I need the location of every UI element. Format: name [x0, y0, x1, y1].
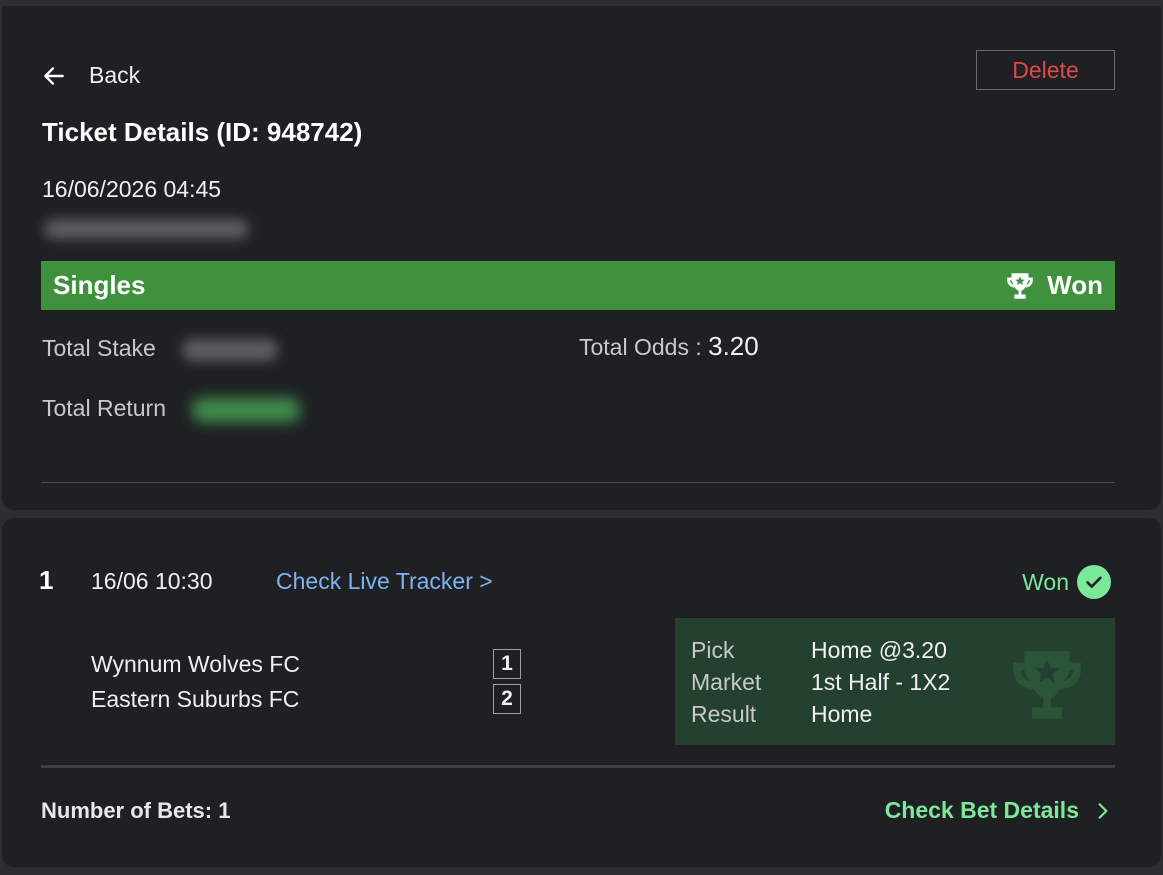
- trophy-watermark-icon: [1013, 651, 1081, 719]
- pick-label: Pick: [691, 637, 735, 663]
- total-odds-value: 3.20: [708, 331, 759, 361]
- bet-type-label: Singles: [53, 270, 146, 300]
- home-team-badge: 1: [493, 649, 521, 679]
- ticket-status: Won: [1003, 269, 1103, 303]
- total-stake-label: Total Stake: [42, 335, 156, 361]
- bet-type-banner: Singles Won: [41, 261, 1115, 310]
- trophy-icon: [1007, 272, 1033, 299]
- delete-button[interactable]: Delete: [976, 50, 1115, 90]
- total-odds-label: Total Odds :: [579, 334, 702, 360]
- market-row: Market 1st Half - 1X2: [691, 669, 950, 696]
- check-bet-details-label: Check Bet Details: [884, 797, 1079, 823]
- result-row: Result Home: [691, 701, 872, 728]
- away-team-badge: 2: [493, 684, 521, 714]
- ticket-summary-card: Back Delete Ticket Details (ID: 948742) …: [2, 6, 1161, 510]
- market-label: Market: [691, 669, 762, 695]
- number-of-bets: Number of Bets: 1: [41, 798, 231, 823]
- total-return-value-redacted: [192, 398, 300, 422]
- market-value: 1st Half - 1X2: [811, 669, 951, 695]
- total-odds: Total Odds : 3.20: [579, 331, 759, 362]
- ticket-datetime: 16/06/2026 04:45: [42, 176, 222, 202]
- back-label: Back: [89, 62, 141, 88]
- bet-selection-card: 1 16/06 10:30 Check Live Tracker > Won W…: [2, 518, 1161, 867]
- selection-index: 1: [39, 565, 54, 595]
- check-circle-icon: [1077, 565, 1111, 599]
- divider: [41, 482, 1115, 483]
- page-title: Ticket Details (ID: 948742): [42, 117, 363, 147]
- total-return-label: Total Return: [42, 395, 167, 421]
- home-team: Wynnum Wolves FC: [91, 651, 300, 677]
- back-button[interactable]: Back: [41, 62, 140, 89]
- pick-row: Pick Home @3.20: [691, 637, 947, 664]
- live-tracker-link[interactable]: Check Live Tracker >: [276, 568, 493, 595]
- away-team: Eastern Suburbs FC: [91, 686, 300, 712]
- check-bet-details-link[interactable]: Check Bet Details: [885, 797, 1113, 824]
- result-value: Home: [811, 701, 873, 727]
- pick-value: Home @3.20: [811, 637, 947, 663]
- arrow-left-icon: [44, 66, 64, 85]
- result-label: Result: [691, 701, 757, 727]
- total-stake-value-redacted: [182, 339, 278, 361]
- chevron-right-icon: [1098, 802, 1108, 819]
- pick-details-box: Pick Home @3.20 Market 1st Half - 1X2 Re…: [675, 618, 1115, 745]
- redacted-info: [44, 219, 249, 239]
- ticket-status-label: Won: [1047, 270, 1103, 300]
- selection-status-label: Won: [1022, 568, 1069, 595]
- selection-time: 16/06 10:30: [91, 568, 213, 594]
- divider: [41, 765, 1115, 768]
- selection-status: Won: [1022, 565, 1111, 599]
